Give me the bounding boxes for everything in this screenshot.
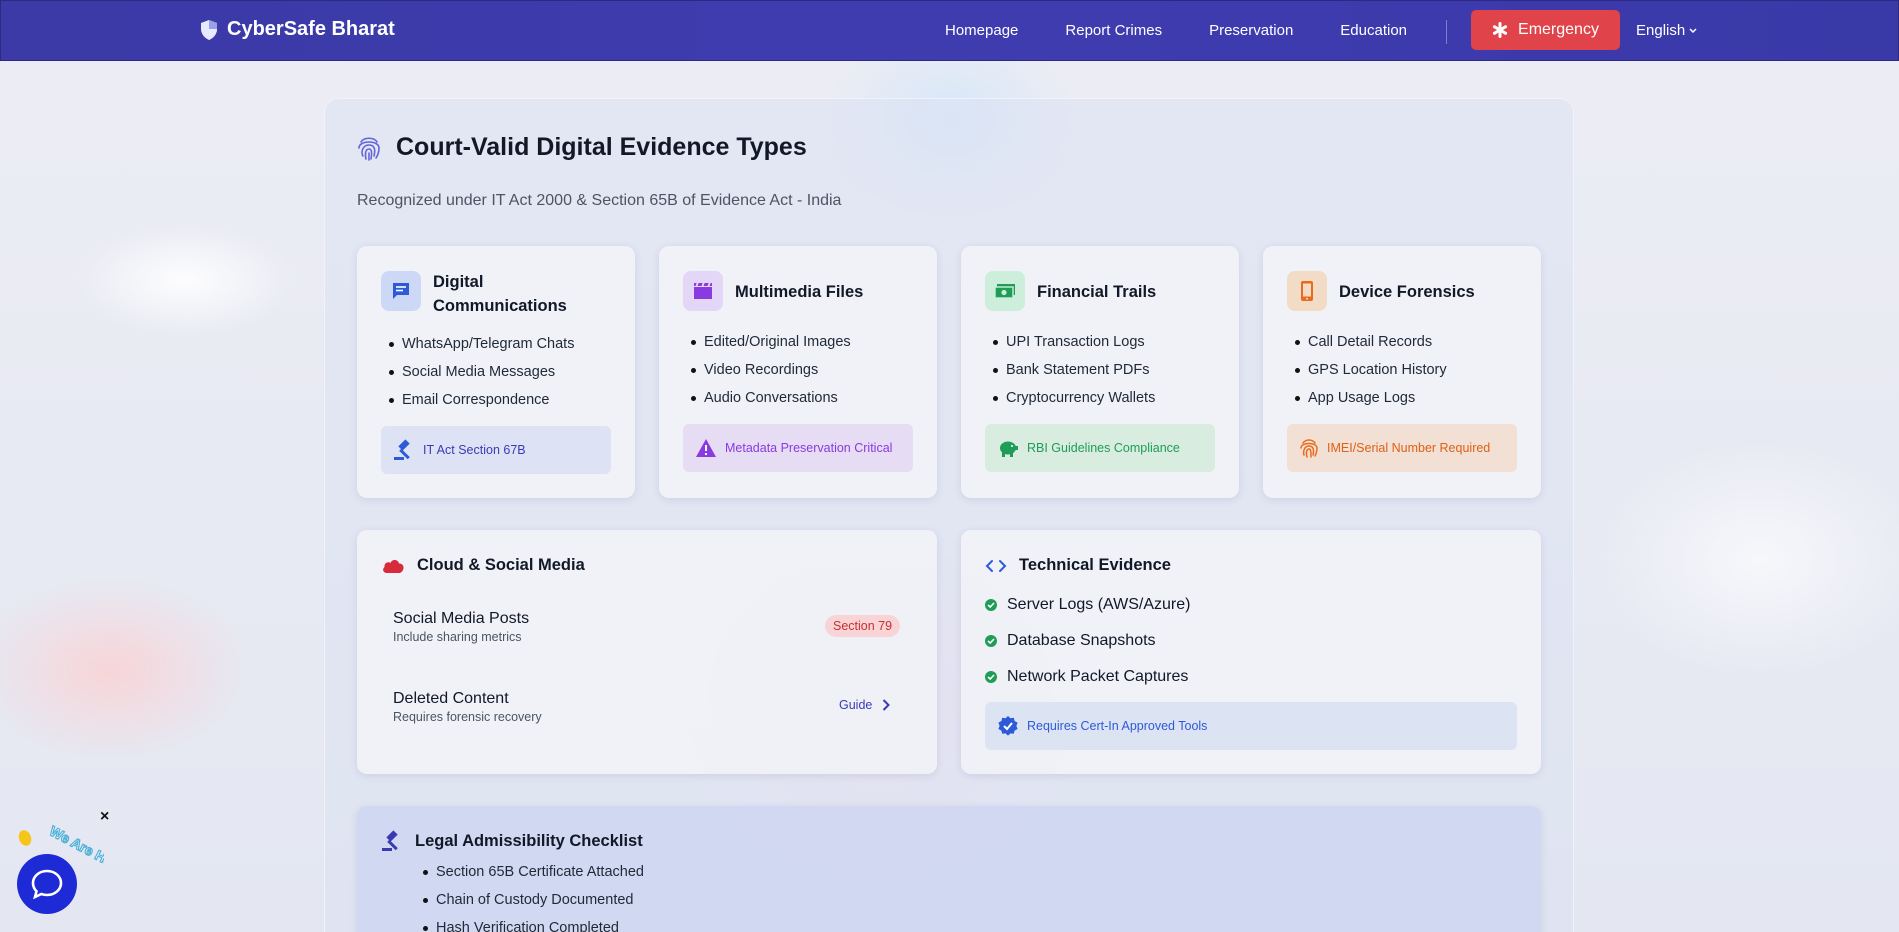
card-title: Cloud & Social Media xyxy=(417,556,585,574)
card-footer-text: Requires Cert-In Approved Tools xyxy=(1027,719,1208,733)
card-title: Device Forensics xyxy=(1339,283,1475,301)
emergency-label: Emergency xyxy=(1518,21,1599,38)
chevron-right-icon xyxy=(883,699,891,711)
card-footer: RBI Guidelines Compliance xyxy=(985,424,1215,472)
card-device-forensics: Device Forensics Call Detail Records GPS… xyxy=(1263,246,1541,498)
section-heading: Court-Valid Digital Evidence Types xyxy=(356,133,807,162)
chat-bubble-icon xyxy=(31,869,63,899)
list-item: Social Media Messages xyxy=(389,358,574,386)
status-badge: Section 79 xyxy=(825,615,901,637)
row-subtitle: Requires forensic recovery xyxy=(393,710,542,724)
brand-name: CyberSafe Bharat xyxy=(227,18,395,40)
list-item: Call Detail Records xyxy=(1295,328,1447,356)
cloud-icon xyxy=(383,559,404,573)
check-item-label: Database Snapshots xyxy=(1007,632,1156,649)
brand[interactable]: CyberSafe Bharat xyxy=(199,18,395,41)
list-item: Email Correspondence xyxy=(389,386,574,414)
card-list: Call Detail Records GPS Location History… xyxy=(1295,328,1447,412)
card-technical-evidence: Technical Evidence Server Logs (AWS/Azur… xyxy=(961,530,1541,774)
list-item: Cryptocurrency Wallets xyxy=(993,384,1155,412)
nav-links: Homepage Report Crimes Preservation Educ… xyxy=(945,22,1407,39)
chevron-down-icon xyxy=(1689,27,1697,33)
card-heading: Cloud & Social Media xyxy=(381,556,585,575)
check-item-label: Network Packet Captures xyxy=(1007,668,1189,685)
card-footer: Metadata Preservation Critical xyxy=(683,424,913,472)
gavel-icon xyxy=(382,830,398,851)
list-item: GPS Location History xyxy=(1295,356,1447,384)
money-icon xyxy=(985,271,1025,311)
list-item: Audio Conversations xyxy=(691,384,851,412)
card-financial-trails: Financial Trails UPI Transaction Logs Ba… xyxy=(961,246,1239,498)
gavel-icon xyxy=(394,439,410,460)
guide-link[interactable]: Guide xyxy=(839,698,891,712)
chat-button[interactable] xyxy=(17,854,77,914)
fingerprint-icon xyxy=(358,136,380,161)
top-navbar: CyberSafe Bharat Homepage Report Crimes … xyxy=(0,0,1899,61)
emergency-button[interactable]: Emergency xyxy=(1471,10,1620,50)
card-title: Digital Communications xyxy=(433,273,567,315)
page-title: Court-Valid Digital Evidence Types xyxy=(396,133,807,161)
list-item: Bank Statement PDFs xyxy=(993,356,1155,384)
card-title: Technical Evidence xyxy=(1019,556,1171,574)
guide-label: Guide xyxy=(839,698,873,712)
shield-icon xyxy=(201,19,217,40)
list-item: Chain of Custody Documented xyxy=(423,886,644,914)
language-selector[interactable]: English xyxy=(1636,22,1697,39)
card-list: UPI Transaction Logs Bank Statement PDFs… xyxy=(993,328,1155,412)
certificate-badge-icon xyxy=(998,716,1018,736)
film-icon xyxy=(683,271,723,311)
card-footer-text: Metadata Preservation Critical xyxy=(725,441,893,455)
card-footer-text: IT Act Section 67B xyxy=(423,443,526,457)
check-circle-icon xyxy=(985,599,997,611)
check-item: Database Snapshots xyxy=(985,632,1156,650)
card-footer-text: IMEI/Serial Number Required xyxy=(1327,441,1491,455)
card-heading: Legal Admissibility Checklist xyxy=(381,830,643,852)
nav-link-report-crimes[interactable]: Report Crimes xyxy=(1065,22,1162,39)
row-title: Social Media Posts xyxy=(393,610,530,627)
card-heading: Technical Evidence xyxy=(985,556,1171,575)
card-multimedia-files: Multimedia Files Edited/Original Images … xyxy=(659,246,937,498)
check-item: Network Packet Captures xyxy=(985,668,1188,686)
card-footer: Requires Cert-In Approved Tools xyxy=(985,702,1517,750)
row-subtitle: Include sharing metrics xyxy=(393,630,522,644)
asterisk-icon xyxy=(1492,22,1508,38)
check-circle-icon xyxy=(985,671,997,683)
list-item: Hash Verification Completed xyxy=(423,914,644,932)
mobile-icon xyxy=(1287,271,1327,311)
nav-link-education[interactable]: Education xyxy=(1340,22,1407,39)
piggy-bank-icon xyxy=(1000,441,1018,457)
fingerprint-icon xyxy=(1300,439,1318,458)
card-list: Edited/Original Images Video Recordings … xyxy=(691,328,851,412)
card-footer: IT Act Section 67B xyxy=(381,426,611,474)
checklist: Section 65B Certificate Attached Chain o… xyxy=(423,858,644,932)
card-legal-checklist: Legal Admissibility Checklist Section 65… xyxy=(357,806,1541,932)
message-icon xyxy=(381,271,421,311)
row-title: Deleted Content xyxy=(393,690,509,707)
card-footer-text: RBI Guidelines Compliance xyxy=(1027,441,1180,455)
nav-link-homepage[interactable]: Homepage xyxy=(945,22,1018,39)
warning-icon xyxy=(696,439,716,457)
card-digital-communications: Digital Communications WhatsApp/Telegram… xyxy=(357,246,635,498)
list-item: UPI Transaction Logs xyxy=(993,328,1155,356)
check-item-label: Server Logs (AWS/Azure) xyxy=(1007,596,1191,613)
list-item: Video Recordings xyxy=(691,356,851,384)
card-title: Financial Trails xyxy=(1037,283,1157,301)
close-widget-button[interactable]: × xyxy=(100,808,109,826)
code-icon xyxy=(985,559,1007,572)
card-title: Legal Admissibility Checklist xyxy=(415,831,643,850)
nav-link-preservation[interactable]: Preservation xyxy=(1209,22,1293,39)
check-circle-icon xyxy=(985,635,997,647)
list-item: WhatsApp/Telegram Chats xyxy=(389,330,574,358)
card-footer: IMEI/Serial Number Required xyxy=(1287,424,1517,472)
card-title: Multimedia Files xyxy=(735,283,864,301)
page-subtitle: Recognized under IT Act 2000 & Section 6… xyxy=(357,192,842,209)
nav-divider xyxy=(1446,20,1447,44)
list-item: App Usage Logs xyxy=(1295,384,1447,412)
card-list: WhatsApp/Telegram Chats Social Media Mes… xyxy=(389,330,574,414)
list-item: Edited/Original Images xyxy=(691,328,851,356)
check-item: Server Logs (AWS/Azure) xyxy=(985,596,1190,614)
list-item: Section 65B Certificate Attached xyxy=(423,858,644,886)
language-label: English xyxy=(1636,22,1686,39)
card-cloud-social-media: Cloud & Social Media Social Media Posts … xyxy=(357,530,937,774)
